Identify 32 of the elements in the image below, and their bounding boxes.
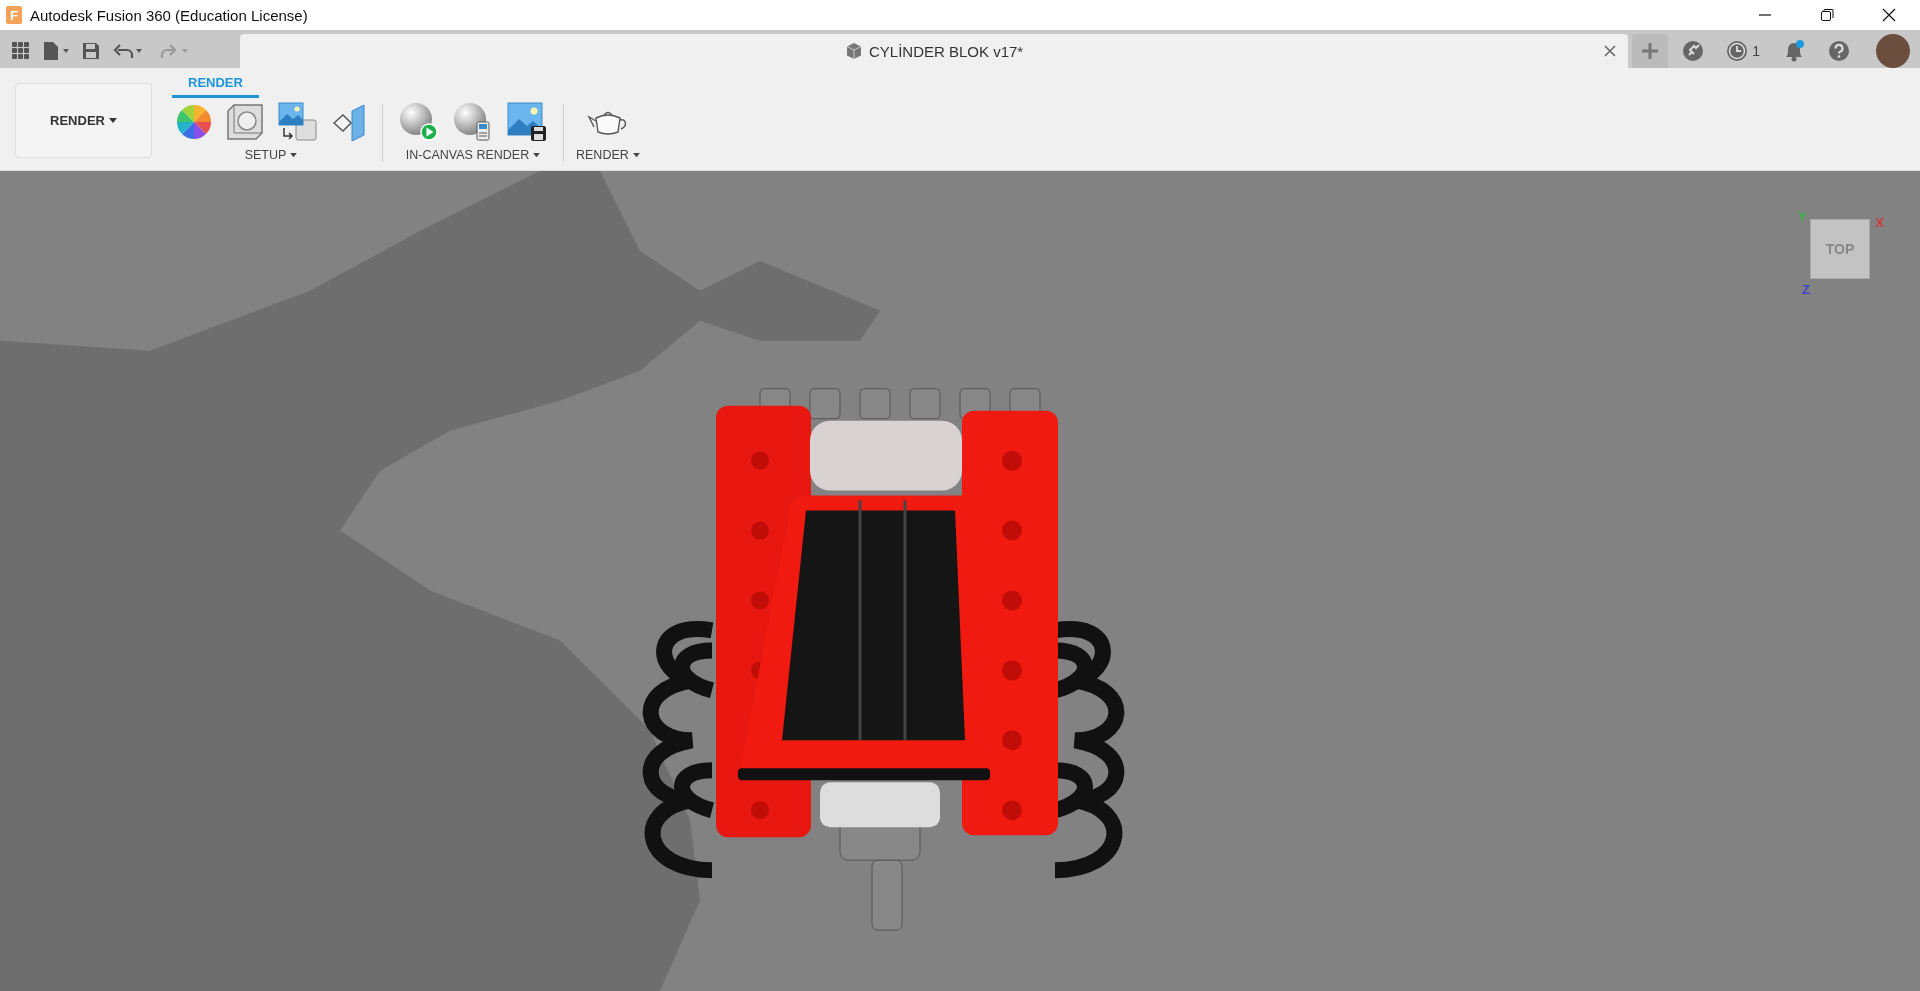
decal-plane-icon[interactable]: [332, 103, 366, 141]
caret-icon: [533, 152, 541, 158]
group-dropdown[interactable]: SETUP: [244, 148, 298, 162]
document-name: CYLİNDER BLOK v17*: [869, 42, 1024, 60]
sphere-in-box-icon[interactable]: [226, 103, 264, 141]
job-count: 1: [1752, 43, 1760, 59]
user-avatar[interactable]: [1876, 34, 1910, 68]
plus-icon: [1641, 42, 1660, 60]
axis-label: Z: [1802, 282, 1810, 297]
save-image-icon[interactable]: [507, 102, 547, 142]
caret-icon: [632, 152, 640, 158]
new-tab-button[interactable]: [1632, 34, 1669, 68]
box-icon: [845, 42, 863, 60]
caret-icon: [108, 117, 117, 124]
document-tab[interactable]: CYLİNDER BLOK v17*: [240, 34, 1629, 68]
caret-icon: [290, 152, 298, 158]
axis-label: X: [1875, 215, 1884, 230]
group-dropdown[interactable]: IN-CANVAS RENDER: [405, 148, 541, 162]
close-icon[interactable]: [1882, 8, 1896, 22]
workspace-dropdown[interactable]: RENDER: [15, 83, 152, 158]
window-title: Autodesk Fusion 360 (Education License): [30, 6, 308, 24]
cube-face-label: TOP: [1825, 241, 1855, 257]
sphere-play-icon[interactable]: [399, 102, 439, 142]
sphere-settings-icon[interactable]: [453, 102, 493, 142]
restore-icon[interactable]: [1820, 8, 1834, 22]
app-logo: F: [6, 6, 22, 24]
job-status-button[interactable]: 1: [1722, 36, 1764, 66]
clock-icon: [1726, 40, 1749, 62]
axis-label: Y: [1798, 209, 1807, 224]
group-dropdown[interactable]: RENDER: [576, 148, 640, 162]
color-wheel-icon[interactable]: [176, 104, 212, 140]
image-to-cube-icon[interactable]: [278, 102, 318, 142]
